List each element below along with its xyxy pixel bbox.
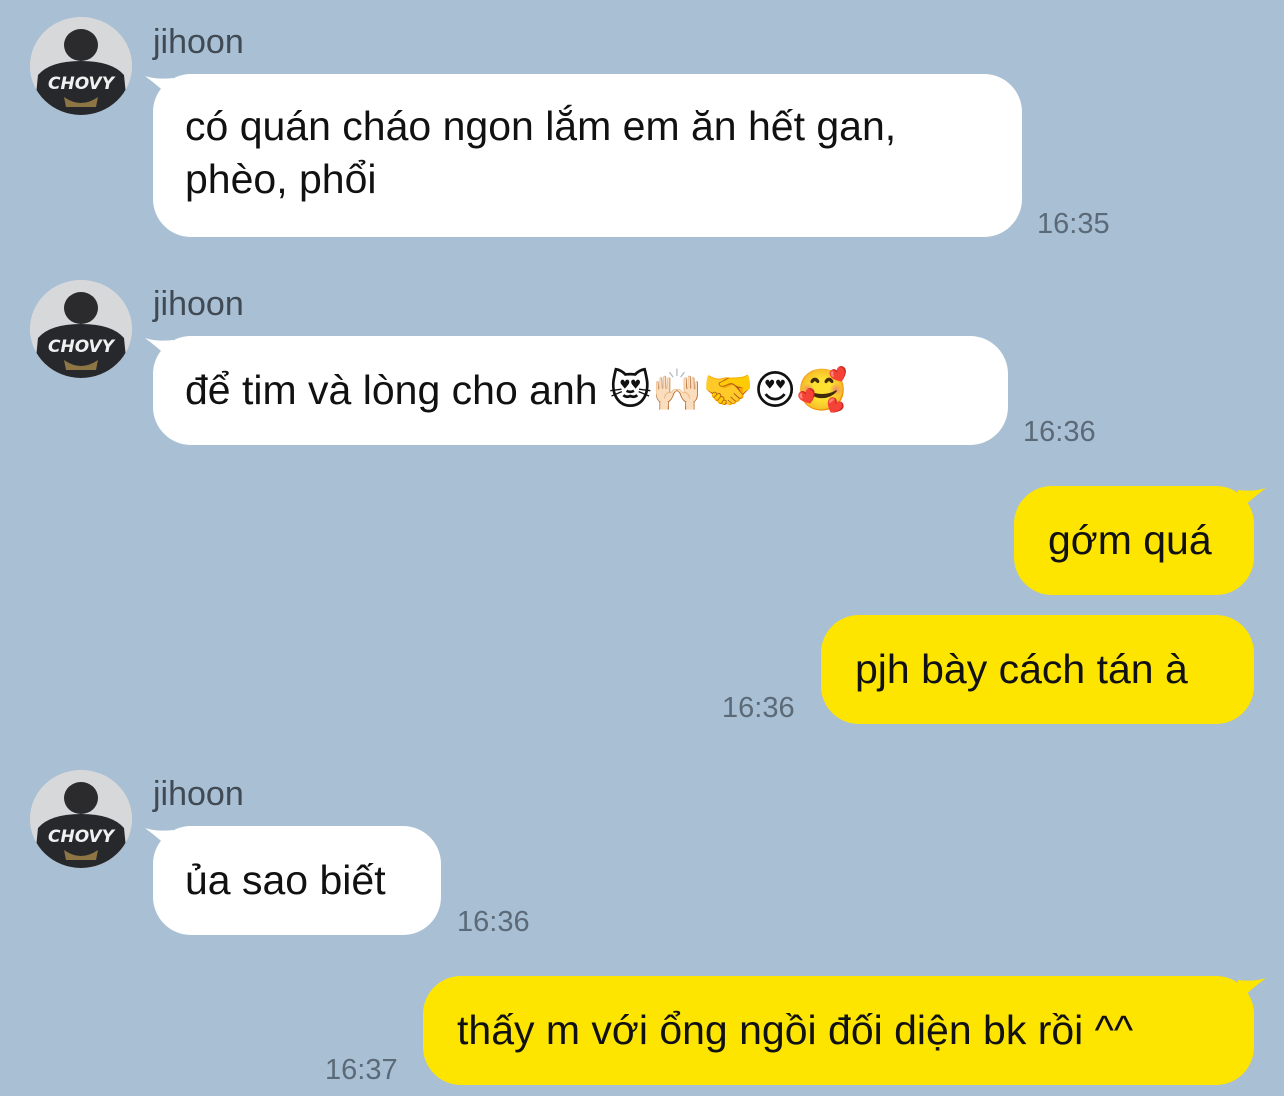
message-text: phèo, phổi — [185, 156, 377, 202]
message-timestamp: 16:37 — [325, 1054, 398, 1086]
avatar[interactable]: CHOVY — [30, 280, 132, 378]
avatar-logo-text: CHOVY — [48, 827, 116, 847]
message-timestamp: 16:36 — [457, 906, 530, 938]
sender-name: jihoon — [153, 23, 244, 61]
message-text: pjh bày cách tán à — [855, 646, 1188, 692]
avatar[interactable]: CHOVY — [30, 770, 132, 868]
message-timestamp: 16:36 — [722, 692, 795, 724]
message-bubble-incoming[interactable]: để tim và lòng cho anh 😻🙌🏻🤝😍🥰 — [153, 336, 1008, 445]
sender-name: jihoon — [153, 285, 244, 323]
message-bubble-outgoing[interactable]: thấy m với ổng ngồi đối diện bk rồi ^^ — [423, 976, 1254, 1085]
message-bubble-incoming[interactable]: ủa sao biết — [153, 826, 441, 935]
message-bubble-outgoing[interactable]: gớm quá — [1014, 486, 1254, 595]
avatar-logo-text: CHOVY — [48, 337, 116, 357]
avatar-logo-text: CHOVY — [48, 74, 116, 94]
message-text: gớm quá — [1048, 517, 1212, 563]
sender-name: jihoon — [153, 775, 244, 813]
message-bubble-incoming[interactable]: có quán cháo ngon lắm em ăn hết gan, phè… — [153, 74, 1022, 237]
message-text: thấy m với ổng ngồi đối diện bk rồi ^^ — [457, 1007, 1134, 1053]
message-timestamp: 16:35 — [1037, 208, 1110, 240]
message-text: có quán cháo ngon lắm em ăn hết gan, — [185, 103, 897, 149]
avatar[interactable]: CHOVY — [30, 17, 132, 115]
message-bubble-outgoing[interactable]: pjh bày cách tán à — [821, 615, 1254, 724]
message-text: ủa sao biết — [185, 857, 386, 903]
message-timestamp: 16:36 — [1023, 416, 1096, 448]
message-text: để tim và lòng cho anh 😻🙌🏻🤝😍🥰 — [185, 367, 848, 413]
